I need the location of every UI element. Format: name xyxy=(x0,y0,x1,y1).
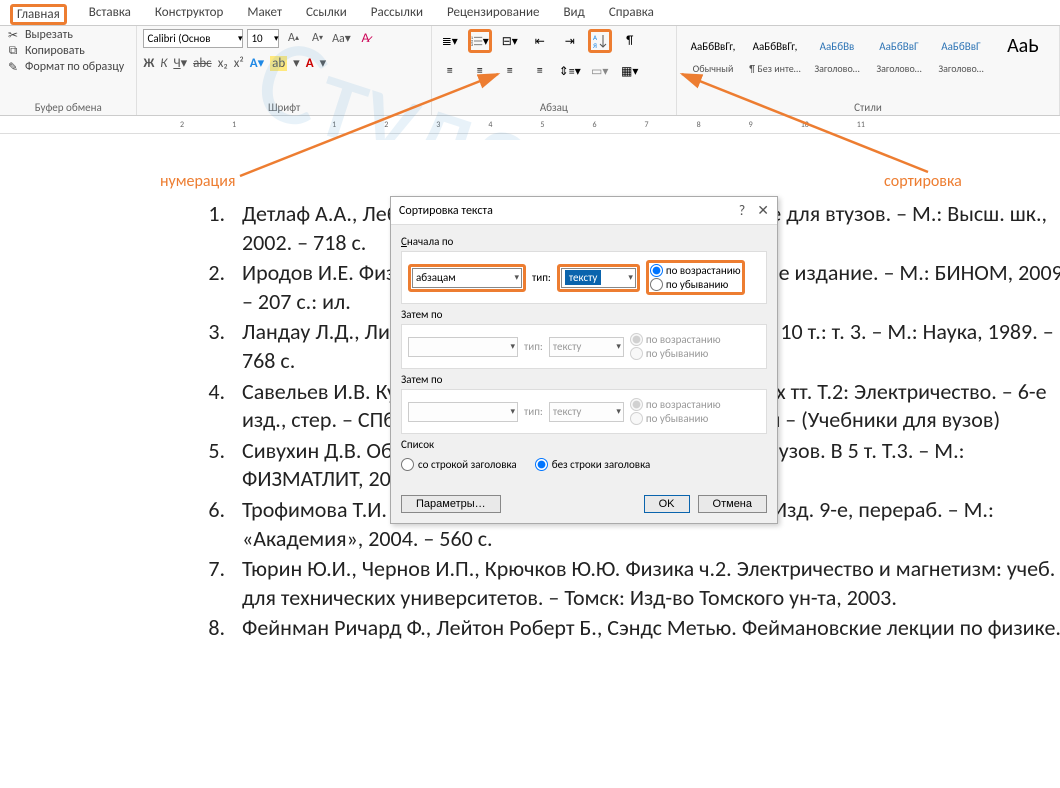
bold-button[interactable]: Ж xyxy=(143,56,154,71)
paragraph-group-title: Абзац xyxy=(438,100,670,115)
ruler: 211234567891011 xyxy=(0,116,1060,134)
clear-formatting-icon[interactable]: A̷ xyxy=(355,28,375,48)
type-label-1: тип: xyxy=(532,271,551,284)
styles-group-title: Стили xyxy=(683,100,1053,115)
clipboard-group-title: Буфер обмена xyxy=(6,100,130,115)
underline-button[interactable]: Ч▾ xyxy=(173,56,187,71)
format-painter-button[interactable]: ✎ Формат по образцу xyxy=(6,60,130,74)
copy-label: Копировать xyxy=(25,44,85,58)
tab-layout[interactable]: Макет xyxy=(245,4,284,21)
tab-insert[interactable]: Вставка xyxy=(87,4,133,21)
sort-dialog: Сортировка текста ? ✕ Сначала по абзацам… xyxy=(390,196,778,524)
options-button[interactable]: Параметры… xyxy=(401,495,501,513)
type-label-3: тип: xyxy=(524,405,543,418)
style-heading2[interactable]: АаБбВвГ Заголово… xyxy=(869,32,929,75)
desc-2: по убыванию xyxy=(630,347,721,360)
align-left-button[interactable]: ≡ xyxy=(438,59,462,83)
brush-icon: ✎ xyxy=(6,60,20,74)
decrease-indent-button[interactable]: ⇤ xyxy=(528,29,552,53)
style-nospace[interactable]: АаБбВвГг, ¶ Без инте… xyxy=(745,32,805,75)
tab-design[interactable]: Конструктор xyxy=(153,4,225,21)
shading-button[interactable]: ▭▾ xyxy=(588,59,612,83)
subscript-button[interactable]: x₂ xyxy=(218,56,228,71)
style-heading1[interactable]: АаБбВв Заголово… xyxy=(807,32,867,75)
dialog-title: Сортировка текста xyxy=(399,204,493,218)
list-label: Список xyxy=(401,438,767,451)
with-header-radio[interactable]: со строкой заголовка xyxy=(401,458,517,471)
sort-field-1[interactable]: абзацам▾ xyxy=(412,268,522,288)
sort-field-3[interactable]: ▾ xyxy=(408,402,518,422)
annotation-sorting: сортировка xyxy=(884,172,962,191)
tab-review[interactable]: Рецензирование xyxy=(445,4,541,21)
change-case-icon[interactable]: Aa▾ xyxy=(331,28,351,48)
style-heading3[interactable]: АаБбВвГ Заголово… xyxy=(931,32,991,75)
font-group-title: Шрифт xyxy=(143,100,424,115)
font-name-combo[interactable]: Calibri (Основ▾ xyxy=(143,29,243,48)
bullets-button[interactable]: ≣▾ xyxy=(438,29,462,53)
font-size-combo[interactable]: 10▾ xyxy=(247,29,279,48)
sort-type-3[interactable]: тексту▾ xyxy=(549,402,624,422)
asc-1[interactable]: по возрастанию xyxy=(650,264,741,277)
tab-view[interactable]: Вид xyxy=(561,4,586,21)
sort-button[interactable]: АЯ xyxy=(588,29,612,53)
increase-font-icon[interactable]: A▴ xyxy=(283,28,303,48)
sort-type-1[interactable]: тексту▾ xyxy=(561,268,636,288)
strikethrough-button[interactable]: abc xyxy=(193,56,212,71)
format-painter-label: Формат по образцу xyxy=(25,60,124,74)
align-center-button[interactable]: ≡ xyxy=(468,59,492,83)
justify-button[interactable]: ≡ xyxy=(528,59,552,83)
ok-button[interactable]: OK xyxy=(644,495,690,513)
annotation-numbering: нумерация xyxy=(160,172,235,191)
ribbon: ✂ Вырезать ⧉ Копировать ✎ Формат по обра… xyxy=(0,26,1060,116)
cancel-button[interactable]: Отмена xyxy=(698,495,767,513)
line-spacing-button[interactable]: ⇕≡▾ xyxy=(558,59,582,83)
copy-button[interactable]: ⧉ Копировать xyxy=(6,44,130,58)
borders-button[interactable]: ▦▾ xyxy=(618,59,642,83)
style-normal[interactable]: АаБбВвГг, Обычный xyxy=(683,32,743,75)
list-item: Тюрин Ю.И., Чернов И.П., Крючков Ю.Ю. Фи… xyxy=(230,555,1060,612)
no-header-radio[interactable]: без строки заголовка xyxy=(535,458,651,471)
first-by-label: Сначала по xyxy=(401,235,767,248)
font-color-button[interactable]: A xyxy=(306,56,314,71)
asc-2: по возрастанию xyxy=(630,333,721,346)
numbering-button[interactable]: 123▾ xyxy=(468,29,492,53)
copy-icon: ⧉ xyxy=(6,44,20,58)
cut-label: Вырезать xyxy=(25,28,73,42)
text-effects-button[interactable]: A▾ xyxy=(250,56,264,71)
cut-button[interactable]: ✂ Вырезать xyxy=(6,28,130,42)
style-title[interactable]: АаЬ xyxy=(993,32,1053,62)
svg-text:3: 3 xyxy=(471,43,473,48)
tab-help[interactable]: Справка xyxy=(607,4,656,21)
svg-text:Я: Я xyxy=(593,41,597,49)
decrease-font-icon[interactable]: A▾ xyxy=(307,28,327,48)
close-icon[interactable]: ✕ xyxy=(757,202,769,219)
desc-3: по убыванию xyxy=(630,412,721,425)
increase-indent-button[interactable]: ⇥ xyxy=(558,29,582,53)
superscript-button[interactable]: x² xyxy=(234,56,244,71)
type-label-2: тип: xyxy=(524,340,543,353)
tab-home[interactable]: Главная xyxy=(10,4,67,25)
asc-3: по возрастанию xyxy=(630,398,721,411)
then-by-label-1: Затем по xyxy=(401,308,767,321)
tab-references[interactable]: Ссылки xyxy=(304,4,349,21)
sort-field-2[interactable]: ▾ xyxy=(408,337,518,357)
list-item: Фейнман Ричард Ф., Лейтон Роберт Б., Сэн… xyxy=(230,614,1060,643)
desc-1[interactable]: по убыванию xyxy=(650,278,741,291)
tab-mailings[interactable]: Рассылки xyxy=(369,4,425,21)
ribbon-tabs: Главная Вставка Конструктор Макет Ссылки… xyxy=(0,0,1060,26)
scissors-icon: ✂ xyxy=(6,28,20,42)
align-right-button[interactable]: ≡ xyxy=(498,59,522,83)
show-marks-button[interactable]: ¶ xyxy=(618,29,642,53)
highlight-button[interactable]: ab xyxy=(270,56,287,71)
italic-button[interactable]: К xyxy=(160,56,167,71)
then-by-label-2: Затем по xyxy=(401,373,767,386)
sort-type-2[interactable]: тексту▾ xyxy=(549,337,624,357)
help-icon[interactable]: ? xyxy=(739,202,746,219)
multilevel-list-button[interactable]: ⊟▾ xyxy=(498,29,522,53)
